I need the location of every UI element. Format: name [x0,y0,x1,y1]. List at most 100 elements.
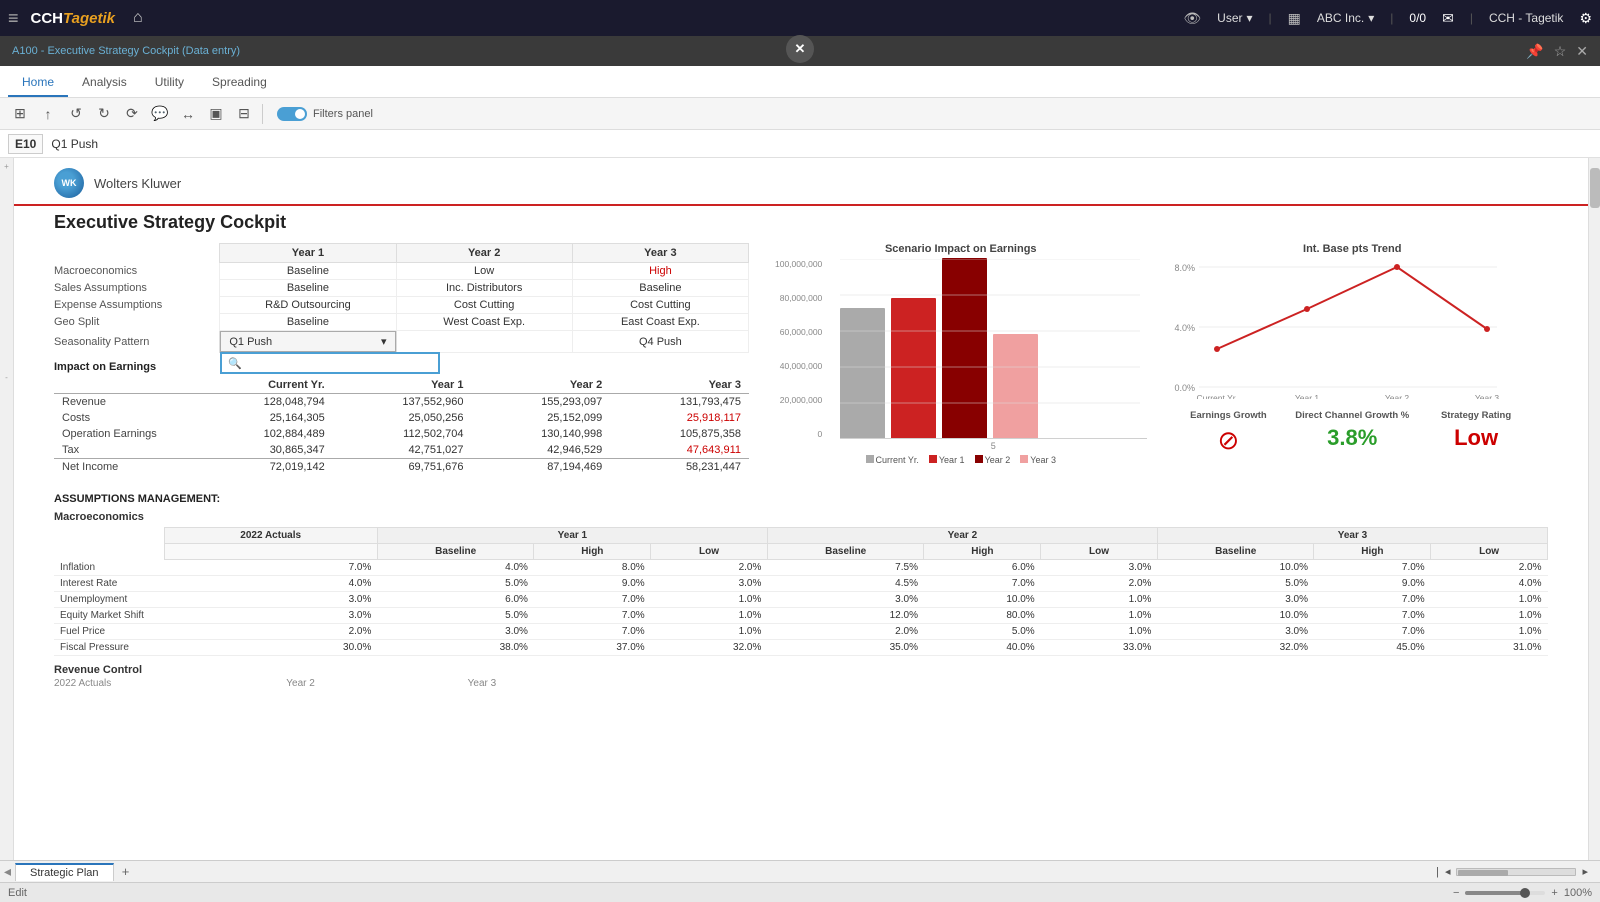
year2-header: Year 2 [396,244,572,263]
line-chart-svg: 8.0% 4.0% 0.0% [1167,259,1507,399]
kpi-row: Earnings Growth ⊘ Direct Channel Growth … [1167,410,1539,456]
table-row: Sales Assumptions Baseline Inc. Distribu… [54,280,749,297]
counter-badge: 0/0 [1409,11,1426,25]
table-row: Macroeconomics Baseline Low High [54,263,749,280]
svg-text:Year 2: Year 2 [1384,393,1409,399]
seasonality-dropdown[interactable]: Q1 Push ▾ [220,331,395,352]
company-name: Wolters Kluwer [94,176,181,191]
cell-y1-macro: Baseline [220,263,396,280]
bar-current-yr [840,308,885,438]
pin-button[interactable]: 📌 [1526,43,1543,60]
table-row: Revenue 128,048,794 137,552,960 155,293,… [54,394,749,411]
y-axis-labels: 100,000,000 80,000,000 60,000,000 40,000… [775,259,822,439]
table-row: Expense Assumptions R&D Outsourcing Cost… [54,297,749,314]
settings-icon[interactable]: ⚙ [1579,10,1592,27]
table-row: Operation Earnings 102,884,489 112,502,7… [54,426,749,442]
zoom-slider[interactable] [1465,891,1545,895]
line-chart-title: Int. Base pts Trend [1167,243,1539,255]
svg-text:4.0%: 4.0% [1174,323,1195,333]
scroll-sheet-right[interactable]: ▸ [1582,865,1588,878]
revenue-control-years-placeholder: 2022 Actuals Year 2 Year 3 [14,678,1588,689]
mail-icon[interactable]: ✉ [1442,10,1454,27]
table-row: Interest Rate 4.0% 5.0% 9.0% 3.0% 4.5% 7… [54,576,1548,592]
user-dropdown[interactable]: User ▾ [1217,11,1252,25]
tab-home[interactable]: Home [8,69,68,97]
status-bar: Edit − + 100% [0,882,1600,902]
close-dialog-button[interactable]: ✕ [786,35,814,63]
filter-toggle[interactable]: Filters panel [277,107,373,121]
dropdown-search-input[interactable] [222,354,438,372]
toolbar-refresh-btn[interactable]: ↻ [92,102,116,126]
toolbar-upload-btn[interactable]: ↑ [36,102,60,126]
svg-text:Year 1: Year 1 [1294,393,1319,399]
sheet-tab-strategic-plan[interactable]: Strategic Plan [15,863,113,881]
toolbar-grid-btn[interactable]: ⊞ [8,102,32,126]
wolters-kluwer-logo: WK [54,168,84,198]
cell-y3-macro: High [572,263,748,280]
bar-chart-title: Scenario Impact on Earnings [775,243,1147,255]
svg-text:0.0%: 0.0% [1174,383,1195,393]
right-charts-panel: Int. Base pts Trend 8.0% 4.0% 0.0% [1157,243,1549,479]
scrollbar-thumb[interactable] [1590,168,1600,208]
grid-lines [840,259,1140,439]
toolbar-comment-btn[interactable]: 💬 [148,102,172,126]
line-chart-area: 8.0% 4.0% 0.0% [1167,259,1539,402]
svg-text:Year 3: Year 3 [1474,393,1499,399]
assumptions-table: 2022 Actuals Year 1 Year 2 Year 3 Baseli… [54,527,1548,656]
legend-item-y2: Year 2 [975,455,1011,465]
seasonality-row: Seasonality Pattern Q1 Push ▾ [54,331,749,353]
toolbar-sync-btn[interactable]: ⟳ [120,102,144,126]
tab-spreading[interactable]: Spreading [198,69,281,97]
zoom-percent: 100% [1564,887,1592,899]
impact-section: Impact on Earnings Current Yr. Year 1 Ye… [54,361,749,475]
svg-text:8.0%: 8.0% [1174,263,1195,273]
status-label: Edit [8,887,27,899]
cell-ref-bar: E10 Q1 Push [0,130,1600,158]
doc-main-title: Executive Strategy Cockpit [14,206,1588,237]
toolbar-separator [262,104,263,124]
title-bar-text: A100 - Executive Strategy Cockpit (Data … [12,45,240,57]
zoom-thumb[interactable] [1520,888,1530,898]
title-bar: A100 - Executive Strategy Cockpit (Data … [0,36,1600,66]
assumptions-section: ASSUMPTIONS MANAGEMENT: Macroeconomics 2… [14,485,1588,660]
toolbar-expand-btn[interactable]: ↔ [176,102,200,126]
scroll-sheet-left[interactable]: ◂ [1445,865,1451,878]
toolbar-reset-btn[interactable]: ↺ [64,102,88,126]
direct-channel-value: 3.8% [1290,425,1414,451]
top-bar: ≡ CCH Tagetik ⌂ 👁 User ▾ | ▦ ABC Inc. ▾ … [0,0,1600,36]
add-sheet-button[interactable]: + [116,863,136,881]
right-scrollbar[interactable] [1588,158,1600,860]
grid-icon[interactable]: ▦ [1288,10,1301,27]
cell-formula: Q1 Push [51,137,98,151]
close-button[interactable]: ✕ [1576,43,1588,60]
document-scroll-area[interactable]: WK Wolters Kluwer Executive Strategy Coc… [14,158,1588,860]
left-column: Year 1 Year 2 Year 3 Macroeconomics Base… [54,243,749,479]
star-button[interactable]: ☆ [1554,43,1567,60]
tab-analysis[interactable]: Analysis [68,69,141,97]
home-icon[interactable]: ⌂ [133,9,143,27]
cch-tagetik-link[interactable]: CCH - Tagetik [1489,11,1563,25]
revenue-control-label: Revenue Control [14,660,1588,678]
legend-item-y3: Year 3 [1020,455,1056,465]
cell-reference[interactable]: E10 [8,134,43,154]
toolbar-minus-btn[interactable]: ⊟ [232,102,256,126]
tab-utility[interactable]: Utility [141,69,198,97]
table-row: Net Income 72,019,142 69,751,676 87,194,… [54,459,749,476]
x-axis-label: 5 [840,441,1147,451]
menu-icon[interactable]: ≡ [8,8,19,29]
bar-year3 [993,334,1038,438]
seasonality-dropdown-cell[interactable]: Q1 Push ▾ [220,331,396,353]
horizontal-scrollbar[interactable] [1456,868,1576,876]
zoom-minus-btn[interactable]: − [1453,887,1459,899]
scroll-left-icon[interactable]: ◂ [4,863,11,880]
bar-year1 [891,298,936,438]
table-row: Tax 30,865,347 42,751,027 42,946,529 47,… [54,442,749,459]
zoom-plus-btn[interactable]: + [1551,887,1557,899]
eye-icon[interactable]: 👁 [1183,10,1201,27]
svg-text:Current Yr.: Current Yr. [1196,393,1237,399]
toggle-switch[interactable] [277,107,307,121]
table-row: Equity Market Shift 3.0% 5.0% 7.0% 1.0% … [54,608,1548,624]
toolbar-layout-btn[interactable]: ▣ [204,102,228,126]
filter-panel-label: Filters panel [313,108,373,120]
company-dropdown[interactable]: ABC Inc. ▾ [1317,11,1374,25]
